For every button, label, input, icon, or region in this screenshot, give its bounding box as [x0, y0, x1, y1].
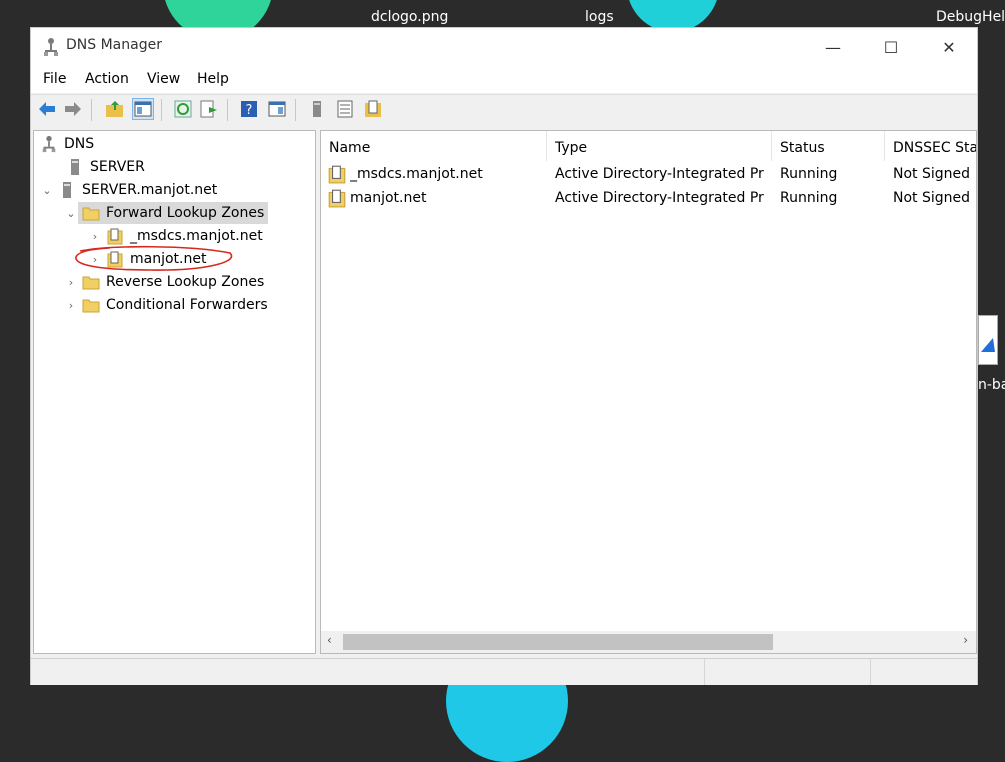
tree-label-dns: DNS: [64, 136, 95, 152]
refresh-icon[interactable]: [173, 99, 193, 119]
zone-icon: [328, 189, 346, 208]
desktop-file-icon[interactable]: [978, 315, 998, 365]
scrollbar-thumb[interactable]: [343, 634, 773, 650]
desktop-folder-logs[interactable]: logs: [585, 9, 614, 25]
scroll-right-icon[interactable]: ›: [963, 633, 968, 647]
list-view-icon[interactable]: [335, 99, 355, 119]
svg-text:?: ?: [246, 103, 253, 118]
tree-label-server: SERVER: [90, 159, 145, 175]
column-header-name[interactable]: Name: [321, 131, 547, 161]
cell-name: manjot.net: [350, 190, 427, 206]
results-list: Name Type Status DNSSEC Statu _msdcs.man…: [320, 130, 977, 654]
desktop-file-debughel[interactable]: DebugHel: [936, 9, 1005, 25]
menu-action[interactable]: Action: [85, 71, 129, 87]
close-button[interactable]: ✕: [921, 28, 977, 66]
tree-label-server-manjot: SERVER.manjot.net: [82, 182, 218, 198]
desktop-file-dclogo[interactable]: dclogo.png: [371, 9, 448, 25]
dns-manager-window: DNS Manager — ☐ ✕ File Action View Help …: [30, 27, 978, 685]
column-header-type[interactable]: Type: [547, 131, 772, 161]
toolbar-separator: [227, 99, 228, 121]
folder-icon: [82, 276, 100, 290]
chevron-right-icon[interactable]: ›: [88, 230, 102, 243]
zone-record-icon[interactable]: [363, 99, 383, 119]
properties-pane-icon[interactable]: [267, 99, 287, 119]
menu-help[interactable]: Help: [197, 71, 229, 87]
close-icon: ✕: [942, 37, 956, 57]
tree-item-conditional-forwarders[interactable]: › Conditional Forwarders: [64, 294, 268, 316]
maximize-button[interactable]: ☐: [863, 28, 919, 66]
help-icon[interactable]: ?: [239, 99, 259, 119]
chevron-down-icon[interactable]: ⌄: [40, 184, 54, 197]
toolbar: ?: [31, 94, 977, 125]
back-arrow-icon[interactable]: [37, 99, 57, 119]
zone-icon: [328, 165, 346, 184]
tree-item-reverse-lookup-zones[interactable]: › Reverse Lookup Zones: [64, 271, 264, 293]
red-annotation-circle: [75, 245, 233, 271]
cell-status: Running: [780, 166, 838, 182]
tree-item-server-manjot[interactable]: ⌄ SERVER.manjot.net: [40, 179, 217, 201]
menu-bar: File Action View Help: [31, 66, 977, 93]
server-icon[interactable]: [307, 99, 327, 119]
window-title: DNS Manager: [66, 37, 162, 53]
status-bar-segment: [704, 659, 871, 685]
maximize-icon: ☐: [883, 37, 899, 57]
menu-file[interactable]: File: [43, 71, 66, 87]
tree-item-dns[interactable]: DNS: [36, 133, 94, 155]
show-hide-console-tree-icon[interactable]: [132, 98, 154, 120]
desktop-file-label-partial: n-ba: [978, 377, 1005, 393]
column-header-status[interactable]: Status: [772, 131, 885, 161]
minimize-button[interactable]: —: [805, 28, 861, 66]
toolbar-separator: [161, 99, 162, 121]
cell-dnssec: Not Signed: [893, 166, 971, 182]
status-bar-segment: [870, 659, 978, 685]
chevron-right-icon[interactable]: ›: [64, 299, 78, 312]
server-icon: [71, 159, 79, 175]
tree-label-forward-lookup-zones: Forward Lookup Zones: [106, 205, 265, 221]
export-list-icon[interactable]: [199, 99, 219, 119]
forward-arrow-icon[interactable]: [63, 99, 83, 119]
column-header-dnssec[interactable]: DNSSEC Statu: [885, 131, 976, 161]
minimize-icon: —: [825, 37, 841, 57]
table-row[interactable]: _msdcs.manjot.net Active Directory-Integ…: [321, 163, 976, 187]
chevron-right-icon[interactable]: ›: [64, 276, 78, 289]
tree-label-msdcs-zone: _msdcs.manjot.net: [130, 228, 263, 244]
horizontal-scrollbar[interactable]: ‹ ›: [321, 631, 976, 653]
title-bar[interactable]: DNS Manager — ☐ ✕: [31, 28, 977, 66]
folder-icon: [82, 299, 100, 313]
toolbar-separator: [91, 99, 92, 121]
menu-view[interactable]: View: [147, 71, 180, 87]
chevron-down-icon[interactable]: ⌄: [64, 207, 78, 220]
cell-name: _msdcs.manjot.net: [350, 166, 483, 182]
dns-app-icon: [44, 38, 58, 56]
dns-icon: [42, 135, 56, 153]
tree-label-reverse-lookup-zones: Reverse Lookup Zones: [106, 274, 265, 290]
tree-item-server[interactable]: SERVER: [48, 156, 145, 178]
cell-type: Active Directory-Integrated Pri...: [555, 166, 765, 182]
folder-icon: [82, 207, 100, 221]
up-folder-icon[interactable]: [105, 99, 125, 119]
console-tree: DNS SERVER ⌄ SERVER.manjot.net ⌄ Forward…: [33, 130, 316, 654]
tree-label-conditional-forwarders: Conditional Forwarders: [106, 297, 268, 313]
scroll-left-icon[interactable]: ‹: [327, 633, 332, 647]
toolbar-separator: [295, 99, 296, 121]
cell-type: Active Directory-Integrated Pri...: [555, 190, 765, 206]
cell-status: Running: [780, 190, 838, 206]
status-bar: [31, 658, 977, 685]
table-row[interactable]: manjot.net Active Directory-Integrated P…: [321, 187, 976, 211]
tree-item-forward-lookup-zones[interactable]: ⌄ Forward Lookup Zones: [64, 202, 269, 224]
cell-dnssec: Not Signed: [893, 190, 971, 206]
server-icon: [63, 182, 71, 198]
